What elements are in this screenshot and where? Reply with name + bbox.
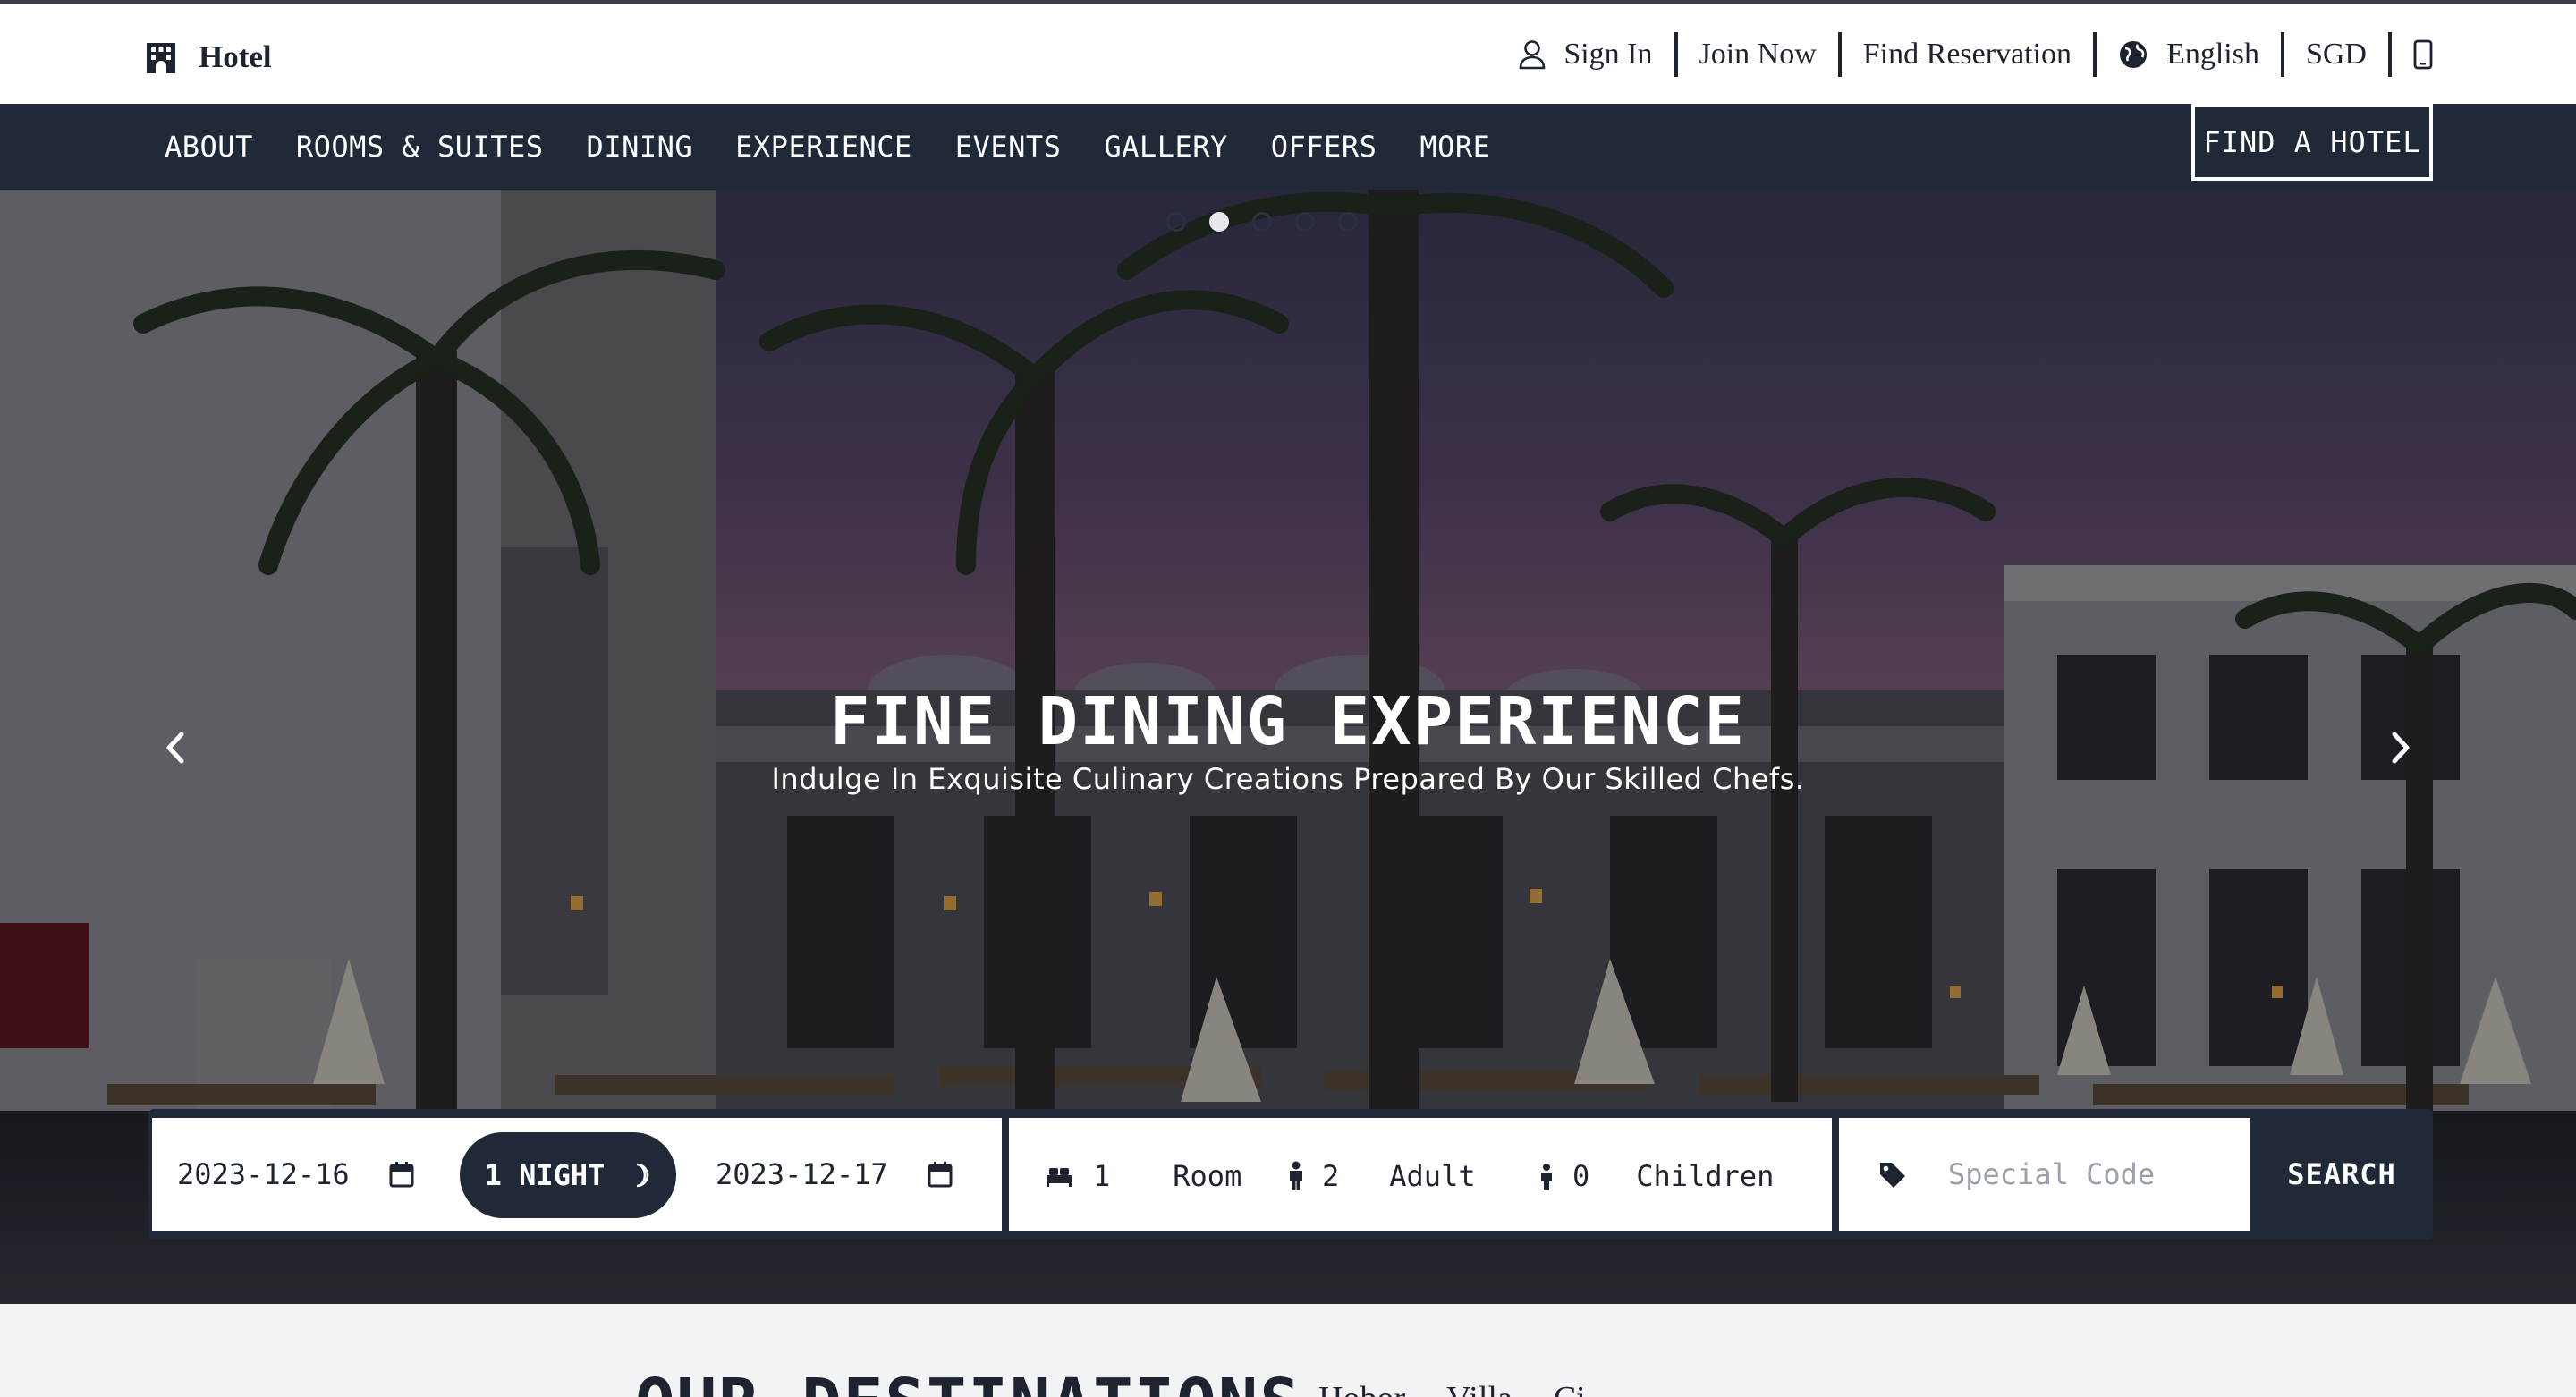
language-selector[interactable]: English [2097,32,2284,77]
destination-tab-1[interactable]: Hobor [1318,1379,1405,1397]
join-now-link[interactable]: Join Now [1678,32,1842,77]
brand-name: Hotel [199,39,272,74]
nav-item-rooms-suites[interactable]: ROOMS & SUITES [296,130,544,164]
check-in-date: 2023-12-16 [177,1157,350,1191]
nav-item-offers[interactable]: OFFERS [1271,130,1377,164]
sign-in-label: Sign In [1563,38,1653,71]
adults-field[interactable]: 2 Adult [1286,1159,1476,1193]
destination-tab-3[interactable]: Ci [1554,1379,1586,1397]
carousel-indicators [1166,212,1358,232]
hotel-building-icon [143,39,179,75]
nav-item-more[interactable]: MORE [1419,130,1490,164]
nights-selector[interactable]: 1 NIGHT [460,1132,676,1218]
nights-label: 1 NIGHT [484,1158,606,1192]
adults-label: Adult [1389,1159,1476,1193]
rooms-count: 1 [1093,1159,1111,1193]
top-bar: Hotel Sign In Join Now Find Reservation … [0,0,2576,104]
destinations-section: OUR DESTINATIONS Hobor Villa Ci [0,1304,2576,1397]
find-a-hotel-button[interactable]: FIND A HOTEL [2191,104,2433,181]
guests-segment: 1 Room 2 Adult 0 Children [1009,1118,1832,1231]
nav-item-dining[interactable]: DINING [587,130,693,164]
nav-item-gallery[interactable]: GALLERY [1104,130,1227,164]
children-count: 0 [1572,1159,1590,1193]
adults-count: 2 [1322,1159,1340,1193]
check-in-date-field[interactable]: 2023-12-16 [177,1157,414,1191]
date-range-segment: 2023-12-16 1 NIGHT 2023-12-17 [152,1118,1002,1231]
calendar-icon [928,1161,953,1188]
destination-tab-2[interactable]: Villa [1446,1379,1513,1397]
bed-icon [1045,1164,1073,1188]
globe-icon [2118,39,2148,70]
search-button[interactable]: SEARCH [2254,1118,2429,1231]
find-reservation-link[interactable]: Find Reservation [1842,32,2097,77]
nav-item-experience[interactable]: EXPERIENCE [735,130,912,164]
children-field[interactable]: 0 Children [1537,1159,1774,1193]
adult-icon [1286,1161,1306,1191]
destination-tabs: Hobor Villa Ci [1318,1379,1586,1397]
hero-title: FINE DINING EXPERIENCE [829,683,1747,760]
mobile-app-link[interactable] [2392,32,2433,77]
utility-nav: Sign In Join Now Find Reservation Englis… [1497,32,2433,77]
nav-item-events[interactable]: EVENTS [955,130,1062,164]
carousel-dot-4[interactable] [1295,212,1315,232]
currency-selector[interactable]: SGD [2284,32,2392,77]
tag-icon [1878,1161,1907,1190]
user-icon [1519,39,1546,70]
children-label: Children [1636,1159,1775,1193]
child-icon [1537,1161,1556,1191]
language-label: English [2166,38,2259,71]
join-now-label: Join Now [1699,38,1817,71]
carousel-dot-3[interactable] [1252,212,1272,232]
booking-bar: 2023-12-16 1 NIGHT 2023-12-17 1 Room 2 A… [148,1109,2433,1240]
calendar-icon [389,1161,414,1188]
main-nav: ABOUT ROOMS & SUITES DINING EXPERIENCE E… [0,104,2576,190]
special-code-segment [1839,1118,2250,1231]
mobile-phone-icon [2413,39,2433,70]
brand[interactable]: Hotel [143,36,272,79]
nav-item-about[interactable]: ABOUT [165,130,253,164]
main-nav-items: ABOUT ROOMS & SUITES DINING EXPERIENCE E… [165,104,1490,190]
carousel-dot-5[interactable] [1338,212,1358,232]
rooms-label: Room [1173,1159,1242,1193]
sign-in-link[interactable]: Sign In [1497,32,1678,77]
destinations-title: OUR DESTINATIONS [635,1365,1301,1397]
hero-subtitle: Indulge In Exquisite Culinary Creations … [771,762,1805,796]
moon-icon [631,1162,651,1189]
currency-label: SGD [2305,38,2367,71]
check-out-date: 2023-12-17 [716,1157,888,1191]
check-out-date-field[interactable]: 2023-12-17 [716,1157,953,1191]
special-code-input[interactable] [1948,1145,2234,1204]
carousel-dot-2[interactable] [1209,212,1229,232]
rooms-field[interactable]: 1 Room [1045,1159,1241,1193]
find-reservation-label: Find Reservation [1862,38,2072,71]
carousel-dot-1[interactable] [1166,212,1186,232]
